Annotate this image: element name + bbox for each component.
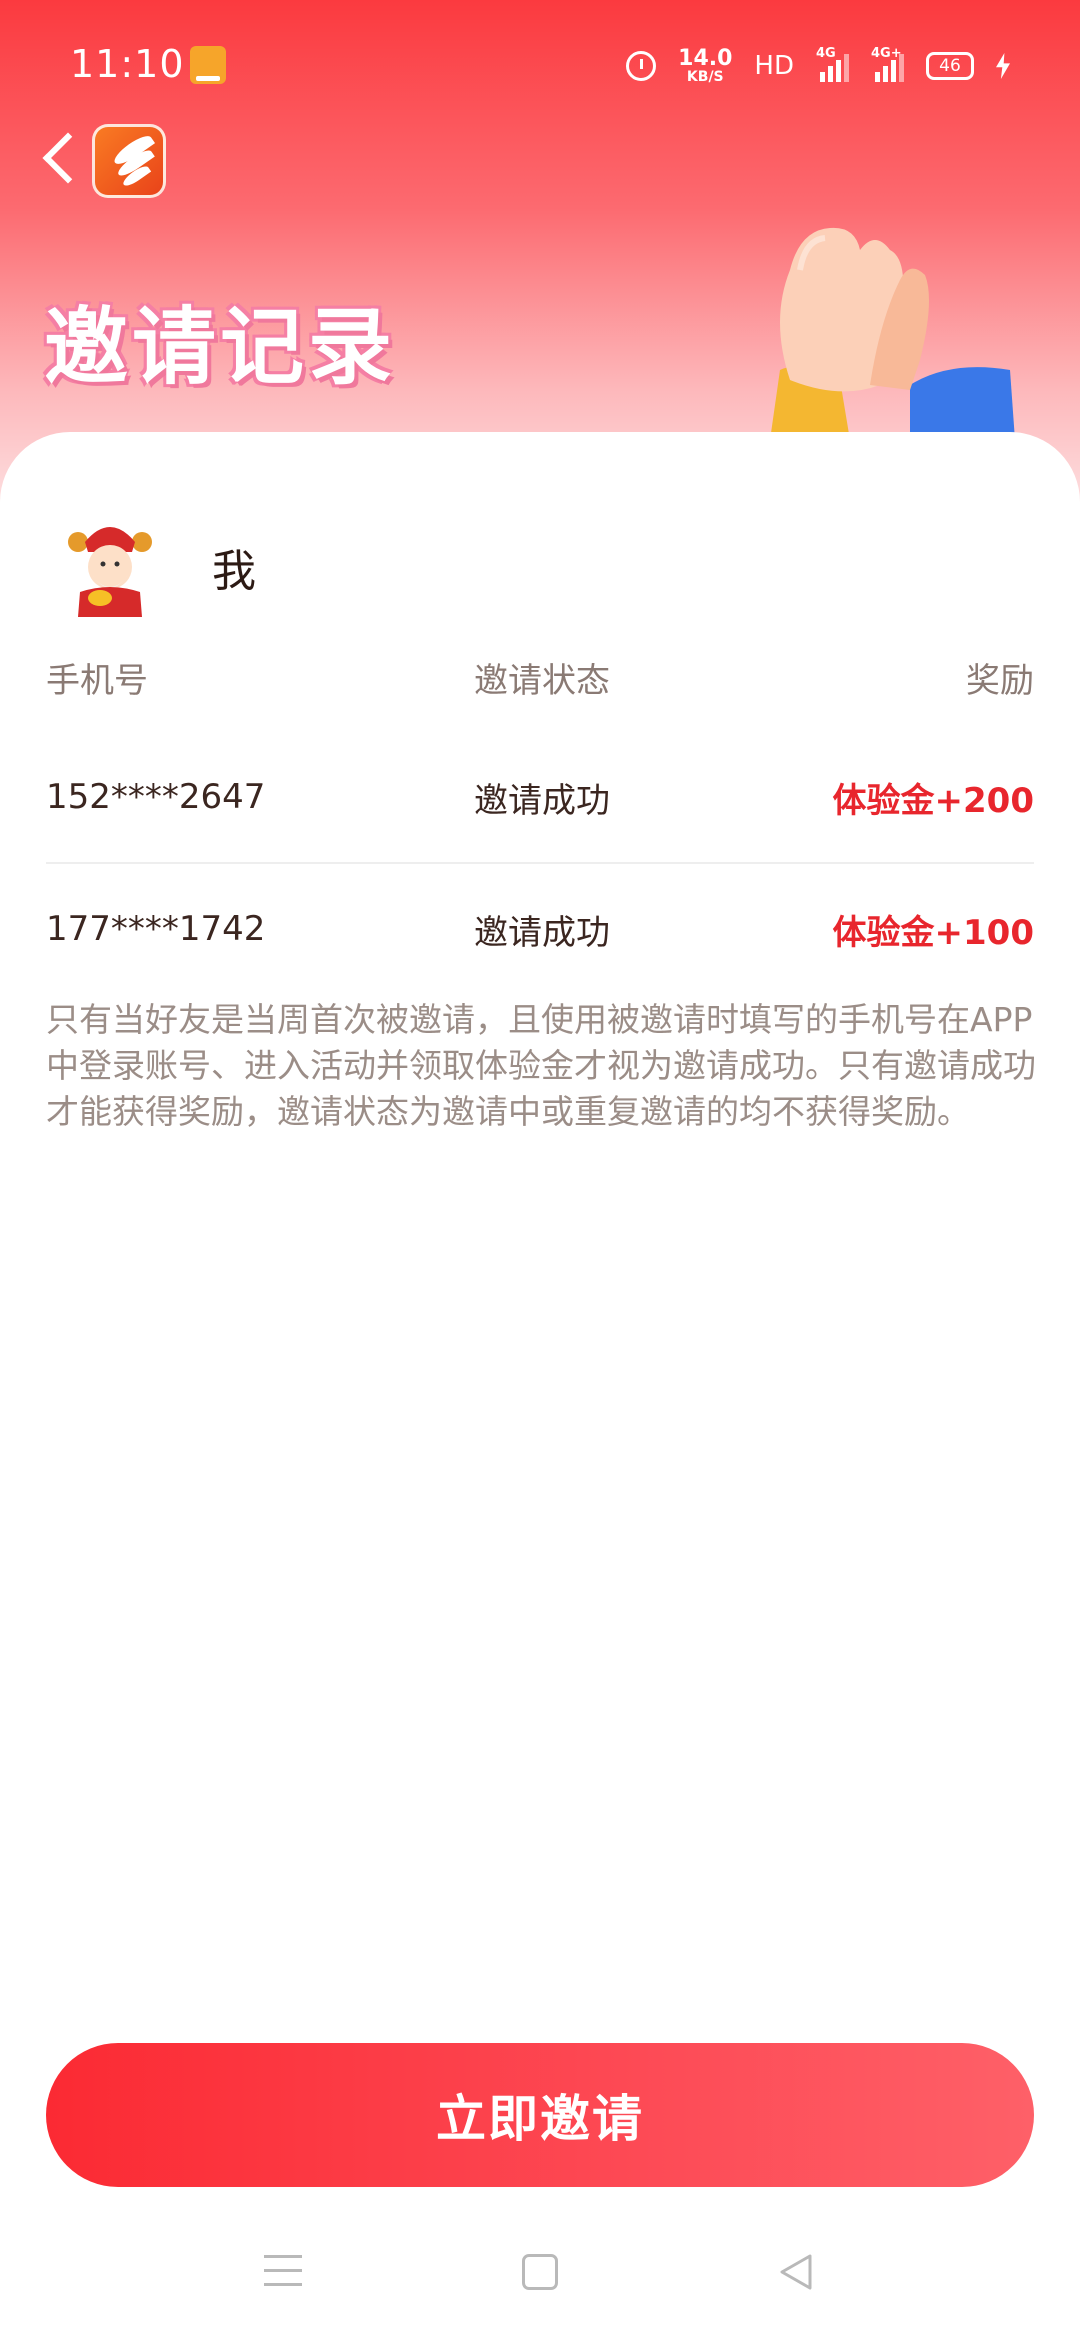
signal-label: 4G — [816, 46, 836, 61]
row-phone: 177****1742 — [46, 909, 266, 949]
menu-icon[interactable] — [264, 2255, 302, 2287]
me-label: 我 — [212, 546, 256, 597]
invite-rules-note: 只有当好友是当周首次被邀请，且使用被邀请时填写的手机号在APP中登录账号、进入活… — [46, 1000, 1036, 1131]
row-reward: 体验金+200 — [832, 780, 1034, 821]
signal-label: 4G+ — [871, 46, 902, 61]
page-title: 邀请记录 — [44, 298, 397, 396]
invite-table: 手机号 邀请状态 奖励 152****2647 邀请成功 体验金+200 177… — [46, 622, 1034, 994]
status-time: 11:10 — [70, 42, 185, 86]
network-speed-value: 14.0 — [678, 46, 733, 71]
alarm-icon — [626, 51, 657, 81]
back-button[interactable] — [30, 130, 90, 190]
network-speed: 14.0 KB/S — [678, 46, 733, 85]
network-speed-unit: KB/S — [686, 69, 724, 85]
battery-icon: 46 — [926, 52, 974, 80]
status-bar: 11:10 14.0 KB/S HD 4G 4G+ 46 — [0, 0, 1080, 130]
signal-icon: 4G+ — [871, 46, 904, 82]
row-reward: 体验金+100 — [832, 912, 1034, 953]
status-icons: 14.0 KB/S HD 4G 4G+ 46 — [626, 44, 1010, 88]
avatar-icon — [68, 527, 152, 617]
row-status: 邀请成功 — [474, 780, 610, 821]
row-phone: 152****2647 — [46, 777, 266, 817]
notification-app-icon — [190, 46, 226, 84]
nav-back-icon[interactable] — [776, 2252, 816, 2292]
column-header-status: 邀请状态 — [474, 660, 610, 701]
app-logo-icon — [92, 124, 166, 198]
hands-illustration — [770, 227, 1015, 440]
me-row: 我 — [60, 512, 256, 622]
column-header-phone: 手机号 — [46, 660, 148, 701]
table-row: 152****2647 邀请成功 体验金+200 — [46, 732, 1034, 862]
invite-now-button[interactable]: 立即邀请 — [46, 2043, 1034, 2187]
column-header-reward: 奖励 — [966, 660, 1034, 701]
row-status: 邀请成功 — [474, 912, 610, 953]
system-nav-bar — [0, 2210, 1080, 2340]
hd-indicator: HD — [754, 51, 794, 81]
home-icon[interactable] — [522, 2254, 558, 2290]
signal-icon: 4G — [816, 46, 849, 82]
table-header: 手机号 邀请状态 奖励 — [46, 622, 1034, 732]
charging-icon — [996, 53, 1010, 79]
table-row: 177****1742 邀请成功 体验金+100 — [46, 864, 1034, 994]
